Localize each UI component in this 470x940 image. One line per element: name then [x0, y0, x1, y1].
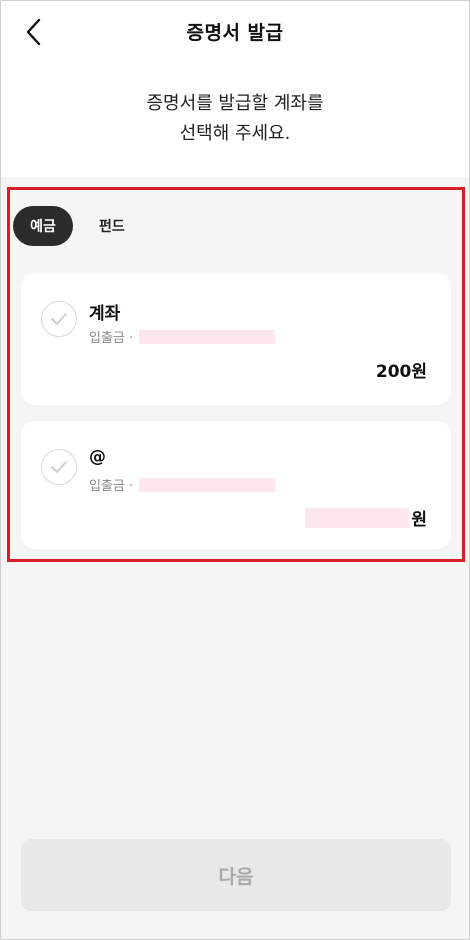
balance-value: 200원 — [375, 362, 427, 382]
select-checkbox[interactable] — [41, 301, 77, 337]
check-icon — [51, 313, 67, 325]
check-icon — [51, 461, 67, 473]
tab-fund[interactable]: 펀드 — [87, 206, 137, 246]
back-button[interactable] — [17, 15, 51, 49]
account-type: 입출금 · — [89, 327, 276, 346]
header: 증명서 발급 — [1, 1, 469, 61]
page-title: 증명서 발급 — [186, 21, 284, 44]
app-screen: 증명서 발급 증명서를 발급할 계좌를 선택해 주세요. 예금 펀드 계좌 입출… — [0, 0, 470, 940]
account-balance: 200원 — [376, 357, 427, 382]
account-name: 계좌 — [89, 304, 121, 324]
instruction-text: 증명서를 발급할 계좌를 선택해 주세요. — [1, 89, 469, 149]
account-name: @ — [89, 447, 106, 467]
account-type-label: 입출금 · — [89, 331, 134, 346]
balance-unit: 원 — [411, 510, 427, 530]
redacted-balance — [305, 507, 410, 528]
select-checkbox[interactable] — [41, 449, 77, 485]
redacted-account-number — [139, 477, 276, 492]
account-balance: 원 — [305, 505, 427, 530]
account-card-1[interactable]: 계좌 입출금 · 200원 — [21, 273, 451, 405]
redacted-account-number — [139, 329, 276, 344]
instruction-line-2: 선택해 주세요. — [179, 123, 291, 144]
account-type: 입출금 · — [89, 475, 276, 494]
chevron-left-icon — [26, 18, 41, 46]
tab-deposit[interactable]: 예금 — [13, 206, 73, 246]
account-type-tabs: 예금 펀드 — [13, 206, 137, 246]
account-type-label: 입출금 · — [89, 479, 134, 494]
next-button[interactable]: 다음 — [21, 839, 451, 911]
account-card-2[interactable]: @ 입출금 · 원 — [21, 421, 451, 549]
instruction-line-1: 증명서를 발급할 계좌를 — [146, 93, 324, 114]
